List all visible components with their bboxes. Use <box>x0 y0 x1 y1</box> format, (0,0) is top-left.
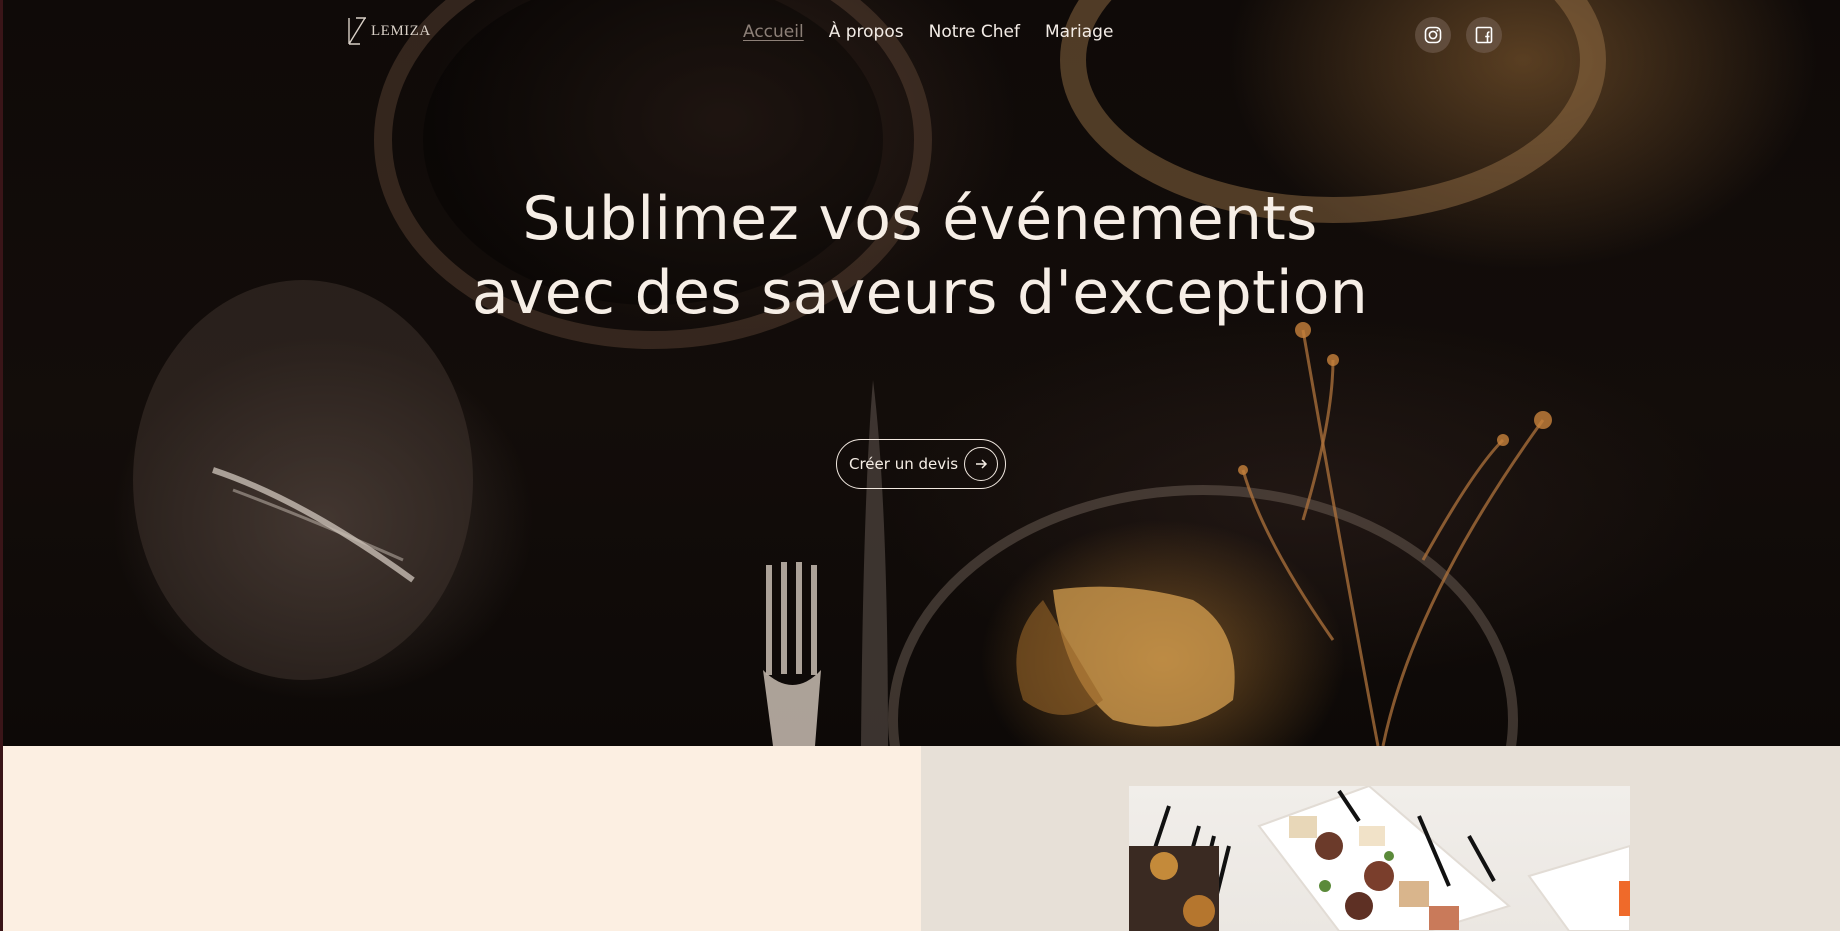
hero-title: Sublimez vos événements avec des saveurs… <box>0 182 1840 330</box>
instagram-icon <box>1424 26 1442 44</box>
hero-background-image <box>133 0 1606 746</box>
brand-logo[interactable]: LEMIZA <box>346 16 431 46</box>
nav-item-mariage[interactable]: Mariage <box>1045 22 1113 42</box>
about-section-left <box>3 746 921 931</box>
food-image <box>1129 786 1630 931</box>
hero-title-line1: Sublimez vos événements <box>522 184 1318 254</box>
nav-item-accueil[interactable]: Accueil <box>743 22 804 42</box>
cta-label: Créer un devis <box>849 455 959 473</box>
nav-item-notre-chef[interactable]: Notre Chef <box>929 22 1020 42</box>
logo-mark-icon <box>348 17 366 45</box>
social-links <box>1415 17 1502 53</box>
hero-section: LEMIZA Accueil À propos Notre Chef Maria… <box>3 0 1840 746</box>
cta-arrow-circle <box>964 447 998 481</box>
main-nav: Accueil À propos Notre Chef Mariage <box>743 22 1113 42</box>
hero-title-line2: avec des saveurs d'exception <box>471 258 1369 328</box>
create-quote-button[interactable]: Créer un devis <box>836 439 1006 489</box>
logo-text: LEMIZA <box>371 22 431 39</box>
food-photo <box>1129 786 1630 931</box>
facebook-icon <box>1475 26 1493 44</box>
facebook-button[interactable] <box>1466 17 1502 53</box>
arrow-right-icon <box>976 459 988 469</box>
instagram-button[interactable] <box>1415 17 1451 53</box>
nav-item-a-propos[interactable]: À propos <box>829 22 904 42</box>
